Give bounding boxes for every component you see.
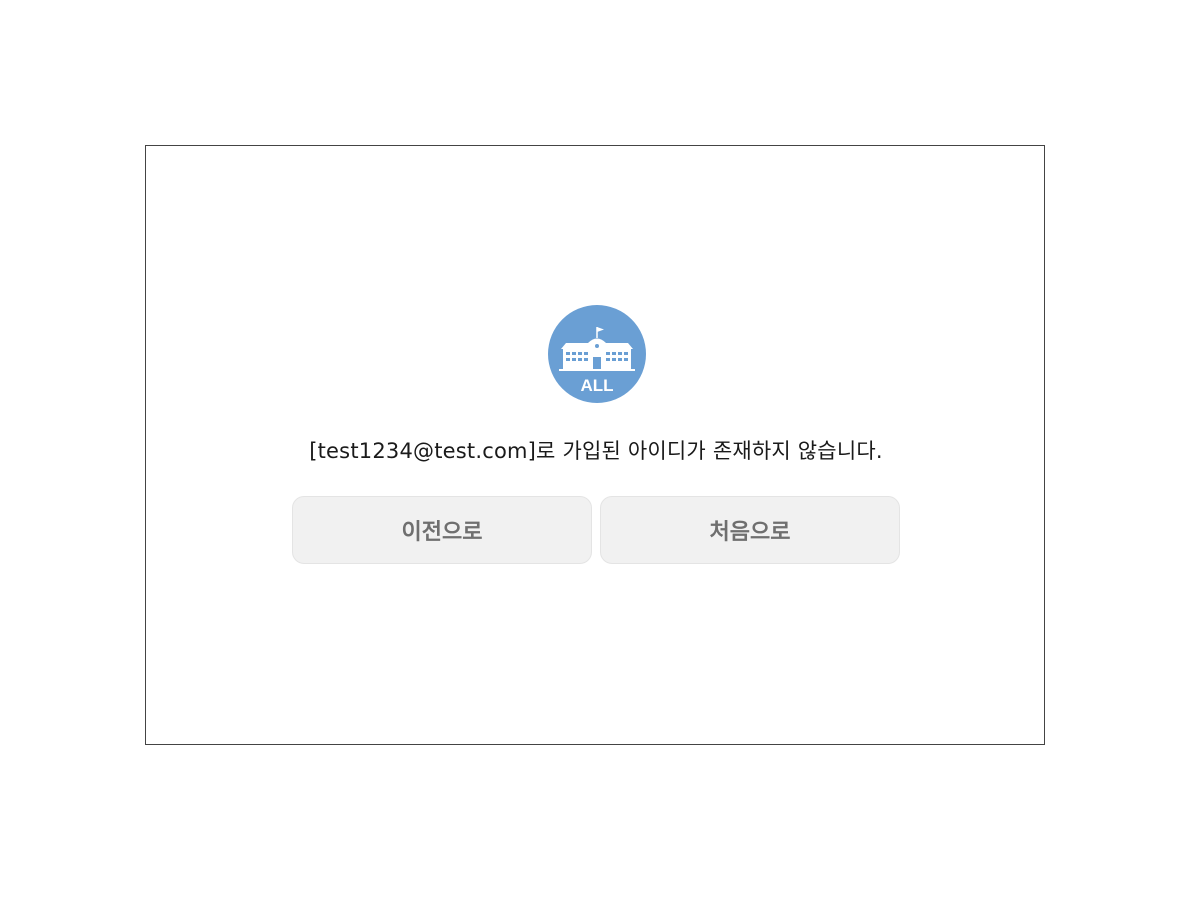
go-to-start-button[interactable]: 처음으로	[600, 496, 900, 564]
school-logo: ALL	[548, 305, 646, 403]
school-building-icon: ALL	[548, 305, 646, 403]
logo-text: ALL	[580, 376, 613, 395]
previous-button[interactable]: 이전으로	[292, 496, 592, 564]
not-found-message: [test1234@test.com]로 가입된 아이디가 존재하지 않습니다.	[309, 439, 883, 463]
account-not-found-dialog: ALL [test1234@test.com]로 가입된 아이디가 존재하지 않…	[145, 145, 1045, 745]
